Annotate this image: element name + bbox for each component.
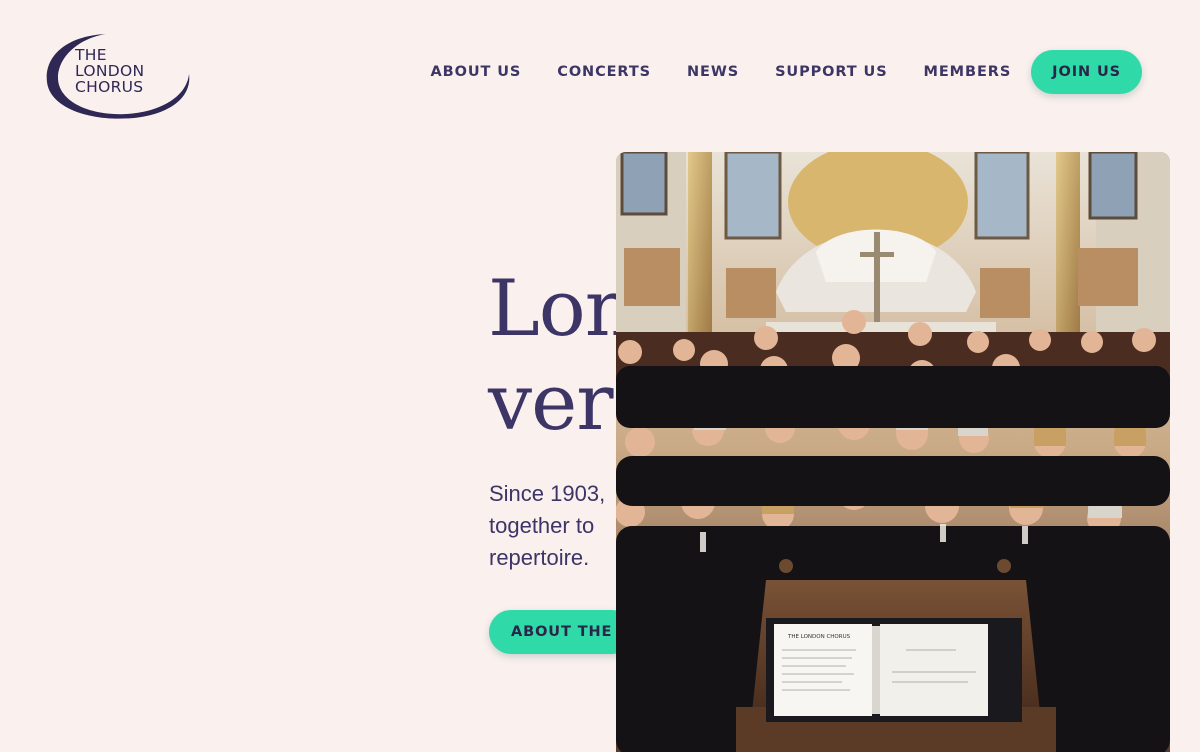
logo-wordmark: THE LONDON CHORUS — [75, 47, 144, 95]
logo-line: LONDON — [75, 62, 145, 80]
join-us-button[interactable]: JOIN US — [1031, 50, 1142, 94]
nav-support-us[interactable]: SUPPORT US — [775, 50, 887, 94]
main-nav: ABOUT US CONCERTS NEWS SUPPORT US MEMBER… — [431, 50, 1142, 94]
site-logo[interactable]: THE LONDON CHORUS — [44, 30, 194, 122]
choir-photo-illustration: THE LONDON CHORUS — [616, 152, 1170, 752]
nav-news[interactable]: NEWS — [687, 50, 739, 94]
logo-line: THE — [75, 46, 107, 64]
nav-concerts[interactable]: CONCERTS — [557, 50, 651, 94]
nav-about-us[interactable]: ABOUT US — [431, 50, 522, 94]
hero-choir-photo: THE LONDON CHORUS — [616, 152, 1170, 752]
nav-members[interactable]: MEMBERS — [924, 50, 1012, 94]
logo-line: CHORUS — [75, 78, 144, 96]
about-button[interactable]: ABOUT THE — [489, 610, 635, 654]
folder-title-text: THE LONDON CHORUS — [787, 634, 851, 640]
